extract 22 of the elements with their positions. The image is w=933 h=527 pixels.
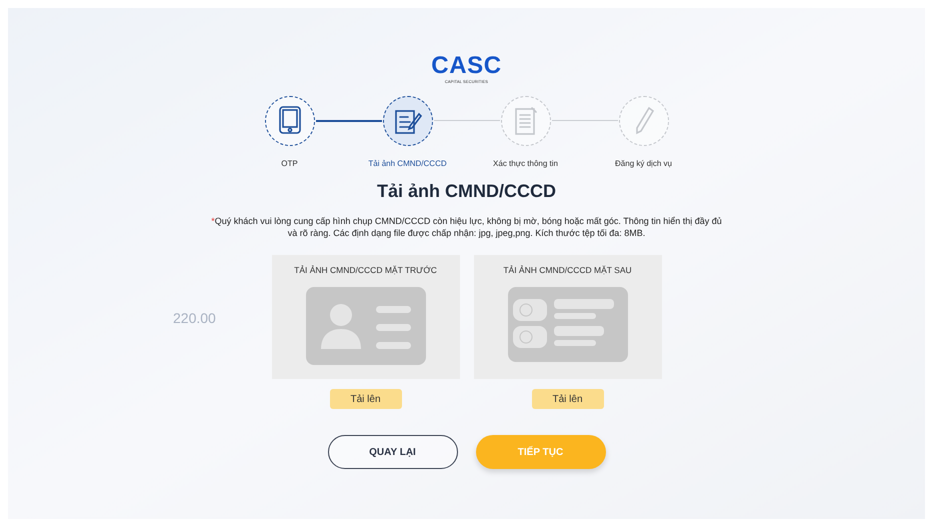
step-label: Đăng ký dịch vụ (615, 158, 672, 170)
page-title: Tải ảnh CMND/CCCD (377, 180, 556, 203)
upload-button[interactable]: Tải lên (532, 389, 604, 409)
step-label: Xác thực thông tin (493, 158, 558, 170)
upload-button[interactable]: Tải lên (330, 389, 402, 409)
upload-panel-title: TẢI ẢNH CMND/CCCD MẶT TRƯỚC (294, 264, 437, 277)
instruction-text: *Quý khách vui lòng cung cấp hình chụp CMND/CCCD còn hiệu lực, không bị mờ, bóng hoặc mất góc. Thông tin hiển thị đầy đủ và rõ ràng. Các định dạng file được chấp nhận: jpg, jpeg,png. Kích thước tệp tối đa: 8MB. (210, 215, 723, 239)
step-connector (552, 120, 618, 121)
document-icon (512, 106, 538, 136)
step-label: Tải ảnh CMND/CCCD (368, 158, 447, 170)
step-connector (434, 120, 500, 121)
upload-panel[interactable]: TẢI ẢNH CMND/CCCD MẶT TRƯỚC (272, 255, 460, 379)
chart-value-label: 220.00 (173, 309, 216, 328)
logo-wordmark: CASC (431, 54, 502, 78)
id-card-back-icon (508, 286, 628, 362)
id-card-front-icon (306, 286, 426, 365)
back-button[interactable]: QUAY LẠI (328, 435, 458, 469)
upload-panel[interactable]: TẢI ẢNH CMND/CCCD MẶT SAU (474, 255, 662, 379)
tablet-icon (278, 106, 302, 136)
step-label: OTP (281, 158, 298, 170)
step-connector (316, 120, 382, 122)
upload-panel-title: TẢI ẢNH CMND/CCCD MẶT SAU (503, 264, 632, 277)
